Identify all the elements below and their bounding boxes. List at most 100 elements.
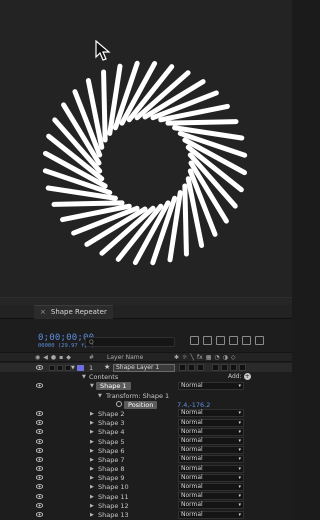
repeated-shape-spiral[interactable] [0, 0, 292, 305]
shape-group-row[interactable]: ▶ Shape 11 Normal ▾ [0, 492, 292, 501]
shape-group-label[interactable]: Shape 13 [98, 511, 129, 519]
shape-group-row[interactable]: ▶ Shape 12 Normal ▾ [0, 501, 292, 510]
shape-group-row[interactable]: ▶ Shape 3 Normal ▾ [0, 418, 292, 427]
eye-icon[interactable] [36, 466, 43, 471]
eye-icon[interactable] [36, 383, 43, 389]
add-menu[interactable]: Add: + [228, 373, 251, 381]
chevron-down-icon[interactable]: ▼ [71, 365, 75, 371]
shape-group-row[interactable]: ▶ Shape 9 Normal ▾ [0, 473, 292, 482]
add-button[interactable]: + [243, 373, 251, 381]
graph-editor-icon[interactable] [255, 336, 264, 345]
shape-group-row[interactable]: ▶ Shape 7 Normal ▾ [0, 455, 292, 464]
eye-icon[interactable] [36, 438, 43, 444]
chevron-right-icon[interactable]: ▶ [90, 420, 94, 426]
shape-group-row[interactable]: ▶ Shape 10 Normal ▾ [0, 482, 292, 491]
chevron-right-icon[interactable]: ▶ [90, 448, 94, 454]
shape-group-label[interactable]: Shape 5 [98, 438, 125, 446]
blend-mode-select[interactable]: Normal ▾ [178, 437, 244, 445]
shape-group-row[interactable]: ▶ Shape 13 Normal ▾ [0, 510, 292, 519]
chevron-right-icon[interactable]: ▶ [90, 411, 94, 417]
chevron-down-icon[interactable]: ▼ [82, 374, 86, 380]
blend-mode-select[interactable]: Normal ▾ [178, 501, 244, 510]
shape-group-label[interactable]: Shape 6 [98, 447, 125, 455]
shape-group-row[interactable]: ▶ Shape 8 Normal ▾ [0, 464, 292, 473]
tab-shape-repeater[interactable]: × Shape Repeater [34, 304, 113, 319]
solo-toggle[interactable] [57, 364, 63, 371]
eye-icon[interactable] [36, 484, 43, 490]
draft-3d-icon[interactable] [203, 336, 212, 345]
3d-switch[interactable] [230, 364, 237, 371]
contents-row[interactable]: ▼ Contents Add: + [0, 372, 292, 381]
audio-toggle[interactable] [49, 364, 55, 371]
eye-icon[interactable] [36, 365, 43, 370]
shape-group-row[interactable]: ▶ Shape 2 Normal ▾ [0, 409, 292, 418]
eye-icon[interactable] [36, 456, 43, 462]
blend-mode-select[interactable]: Normal ▾ [178, 464, 244, 473]
shape-group-label[interactable]: Shape 2 [98, 410, 125, 418]
blend-mode-select[interactable]: Normal ▾ [178, 381, 244, 390]
collapse-switch[interactable] [188, 364, 195, 371]
shape-group-label[interactable]: Shape 4 [98, 428, 125, 436]
blend-mode-select[interactable]: Normal ▾ [178, 510, 244, 519]
chevron-right-icon[interactable]: ▶ [90, 429, 94, 435]
shape-group-row[interactable]: ▶ Shape 5 Normal ▾ [0, 437, 292, 446]
blend-mode-select[interactable]: Normal ▾ [178, 446, 244, 455]
position-row[interactable]: Position 7.4,-176.2 [0, 400, 292, 409]
chevron-right-icon[interactable]: ▶ [90, 484, 94, 490]
chevron-right-icon[interactable]: ▶ [90, 475, 94, 481]
layer-name-header[interactable]: Layer Name [107, 354, 143, 361]
shape-group-label[interactable]: Shape 7 [98, 456, 125, 464]
close-icon[interactable]: × [40, 308, 46, 316]
comp-flowchart-icon[interactable] [190, 336, 199, 345]
eye-icon[interactable] [36, 512, 43, 517]
layer-row[interactable]: ▼ 1 ★ Shape Layer 1 [0, 363, 292, 373]
shape-group-row[interactable]: ▶ Shape 6 Normal ▾ [0, 446, 292, 455]
chevron-right-icon[interactable]: ▶ [90, 457, 94, 463]
shape-group-label[interactable]: Shape 10 [98, 483, 129, 491]
blend-mode-select[interactable]: Normal ▾ [178, 455, 244, 464]
motion-blur-icon[interactable] [242, 336, 251, 345]
composition-viewer[interactable] [0, 0, 292, 305]
eye-icon[interactable] [36, 493, 43, 499]
shape-group-label[interactable]: Shape 3 [98, 419, 125, 427]
stopwatch-icon[interactable] [116, 400, 122, 407]
position-label[interactable]: Position [124, 400, 158, 409]
shy-layers-icon[interactable] [216, 336, 225, 345]
transform-row[interactable]: ▼ Transform: Shape 1 [0, 391, 292, 400]
blend-mode-select[interactable]: Normal ▾ [178, 427, 244, 436]
blend-mode-select[interactable]: Normal ▾ [178, 418, 244, 427]
shape-group-label[interactable]: Shape 8 [98, 465, 125, 473]
shy-switch[interactable] [179, 364, 186, 371]
label-color-swatch[interactable] [77, 364, 84, 371]
blend-mode-select[interactable]: Normal ▾ [178, 482, 244, 491]
eye-icon[interactable] [36, 475, 43, 481]
shape-group-row[interactable]: ▶ Shape 4 Normal ▾ [0, 427, 292, 436]
shape-group-label[interactable]: Shape 12 [98, 502, 129, 510]
chevron-right-icon[interactable]: ▶ [90, 503, 94, 509]
eye-icon[interactable] [36, 447, 43, 453]
quality-switch[interactable] [197, 364, 204, 371]
chevron-down-icon[interactable]: ▼ [98, 393, 102, 399]
chevron-down-icon[interactable]: ▼ [90, 383, 94, 389]
chevron-right-icon[interactable]: ▶ [90, 466, 94, 472]
shape-group-label[interactable]: Shape 9 [98, 474, 125, 482]
blend-mode-select[interactable]: Normal ▾ [178, 409, 244, 418]
adjustment-switch[interactable] [221, 364, 228, 371]
blend-mode-select[interactable]: Normal ▾ [178, 473, 244, 482]
chevron-right-icon[interactable]: ▶ [90, 512, 94, 518]
motion-blur-switch[interactable] [212, 364, 219, 371]
eye-icon[interactable] [36, 411, 43, 416]
layer-search-input[interactable]: Q [85, 337, 175, 347]
shape-group-label[interactable]: Shape 1 [96, 382, 131, 391]
layer-name-field[interactable]: Shape Layer 1 [113, 363, 175, 372]
shape-group-row[interactable]: ▼ Shape 1 Normal ▾ [0, 381, 292, 391]
blend-mode-select[interactable]: Normal ▾ [178, 492, 244, 501]
eye-icon[interactable] [36, 429, 43, 435]
eye-icon[interactable] [36, 420, 43, 426]
eye-icon[interactable] [36, 502, 43, 508]
position-value[interactable]: 7.4,-176.2 [177, 401, 210, 409]
parent-switch[interactable] [239, 364, 246, 371]
chevron-right-icon[interactable]: ▶ [90, 439, 94, 445]
shape-group-label[interactable]: Shape 11 [98, 493, 129, 501]
chevron-right-icon[interactable]: ▶ [90, 494, 94, 500]
